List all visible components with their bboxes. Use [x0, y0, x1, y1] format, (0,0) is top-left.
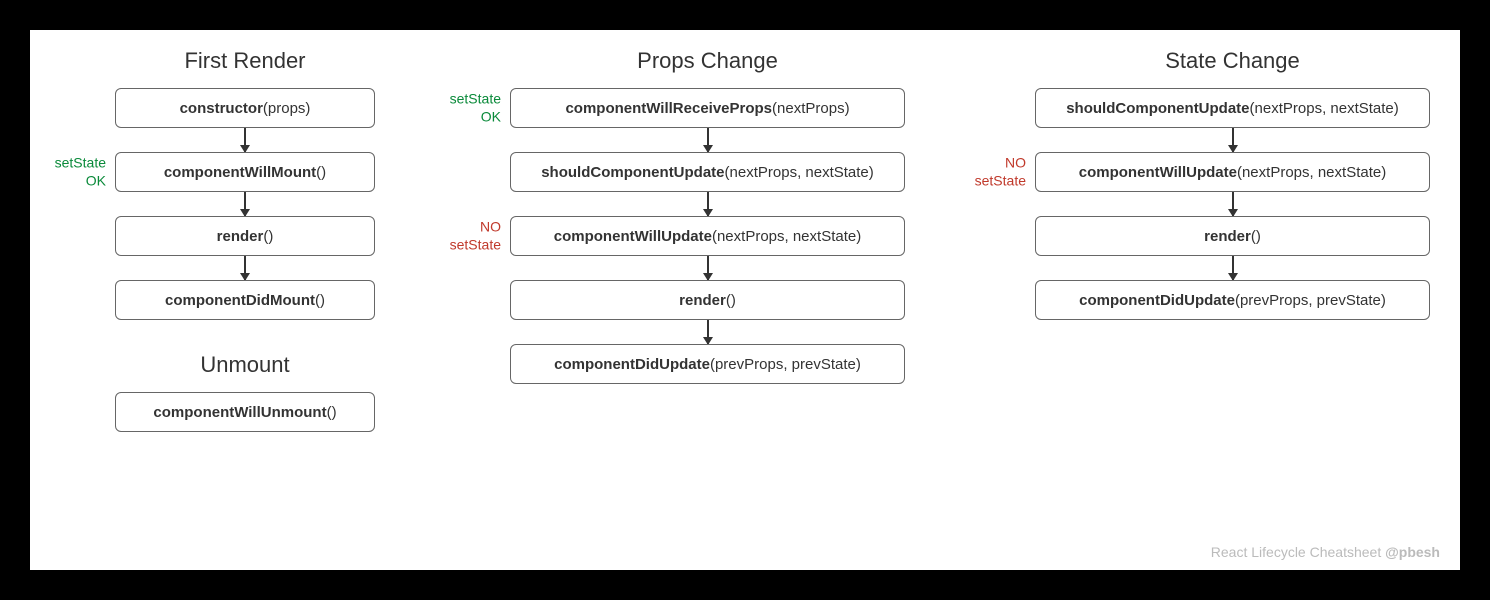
- node-bold: componentDidUpdate: [554, 356, 710, 373]
- node-componentdidmount: componentDidMount(): [115, 280, 375, 320]
- node-componentdidupdate: componentDidUpdate(prevProps, prevState): [510, 344, 905, 384]
- node-args: (): [327, 404, 337, 421]
- node-shouldcomponentupdate: shouldComponentUpdate(nextProps, nextSta…: [1035, 88, 1430, 128]
- annot-no-setstate: NO setState: [975, 155, 1026, 190]
- node-componentwillmount: setState OK componentWillMount(): [115, 152, 375, 192]
- node-args: (nextProps): [772, 100, 850, 117]
- annot-line: NO: [1005, 155, 1026, 171]
- node-render: render(): [510, 280, 905, 320]
- arrow-down-icon: [707, 320, 709, 344]
- annot-no-setstate: NO setState: [450, 219, 501, 254]
- arrow-down-icon: [707, 192, 709, 216]
- node-render: render(): [115, 216, 375, 256]
- node-args: (): [315, 292, 325, 309]
- arrow-down-icon: [1232, 256, 1234, 280]
- col-props-change: Props Change setState OK componentWillRe…: [510, 48, 905, 384]
- node-args: (nextProps, nextState): [1237, 164, 1386, 181]
- node-componentwillreceiveprops: setState OK componentWillReceiveProps(ne…: [510, 88, 905, 128]
- arrow-down-icon: [244, 256, 246, 280]
- col-title-props-change: Props Change: [637, 48, 778, 74]
- node-bold: render: [1204, 228, 1251, 245]
- arrow-down-icon: [707, 256, 709, 280]
- node-shouldcomponentupdate: shouldComponentUpdate(nextProps, nextSta…: [510, 152, 905, 192]
- node-bold: shouldComponentUpdate: [1066, 100, 1249, 117]
- node-componentwillupdate: NO setState componentWillUpdate(nextProp…: [510, 216, 905, 256]
- node-bold: componentDidUpdate: [1079, 292, 1235, 309]
- arrow-down-icon: [1232, 192, 1234, 216]
- footer-handle: @pbesh: [1385, 544, 1440, 560]
- annot-line: setState: [450, 236, 501, 252]
- annot-setstate-ok: setState OK: [450, 91, 501, 126]
- node-bold: render: [217, 228, 264, 245]
- arrow-down-icon: [244, 128, 246, 152]
- col-title-unmount: Unmount: [200, 352, 289, 378]
- arrow-down-icon: [1232, 128, 1234, 152]
- diagram-canvas: First Render constructor(props) setState…: [30, 30, 1460, 570]
- node-render: render(): [1035, 216, 1430, 256]
- node-args: (): [263, 228, 273, 245]
- node-bold: componentWillUnmount: [153, 404, 326, 421]
- footer-text: React Lifecycle Cheatsheet: [1211, 544, 1385, 560]
- node-bold: render: [679, 292, 726, 309]
- footer-credit: React Lifecycle Cheatsheet @pbesh: [1211, 544, 1440, 560]
- node-args: (): [316, 164, 326, 181]
- node-args: (nextProps, nextState): [1250, 100, 1399, 117]
- node-bold: componentDidMount: [165, 292, 315, 309]
- node-args: (): [1251, 228, 1261, 245]
- col-title-first-render: First Render: [184, 48, 305, 74]
- node-componentwillunmount: componentWillUnmount(): [115, 392, 375, 432]
- node-args: (nextProps, nextState): [725, 164, 874, 181]
- annot-line: setState: [450, 91, 501, 107]
- node-componentdidupdate: componentDidUpdate(prevProps, prevState): [1035, 280, 1430, 320]
- node-bold: constructor: [180, 100, 263, 117]
- annot-line: setState: [975, 172, 1026, 188]
- node-args: (prevProps, prevState): [710, 356, 861, 373]
- annot-line: NO: [480, 219, 501, 235]
- node-bold: shouldComponentUpdate: [541, 164, 724, 181]
- node-bold: componentWillUpdate: [1079, 164, 1237, 181]
- col-first-render: First Render constructor(props) setState…: [115, 48, 375, 432]
- annot-line: setState: [55, 155, 106, 171]
- spacer: [245, 320, 246, 352]
- node-args: (nextProps, nextState): [712, 228, 861, 245]
- node-args: (prevProps, prevState): [1235, 292, 1386, 309]
- col-state-change: State Change shouldComponentUpdate(nextP…: [1035, 48, 1430, 320]
- annot-line: OK: [86, 172, 106, 188]
- node-args: (): [726, 292, 736, 309]
- node-args: (props): [263, 100, 311, 117]
- arrow-down-icon: [244, 192, 246, 216]
- node-constructor: constructor(props): [115, 88, 375, 128]
- node-bold: componentWillReceiveProps: [565, 100, 772, 117]
- annot-setstate-ok: setState OK: [55, 155, 106, 190]
- annot-line: OK: [481, 108, 501, 124]
- node-bold: componentWillMount: [164, 164, 316, 181]
- col-title-state-change: State Change: [1165, 48, 1300, 74]
- node-bold: componentWillUpdate: [554, 228, 712, 245]
- node-componentwillupdate: NO setState componentWillUpdate(nextProp…: [1035, 152, 1430, 192]
- arrow-down-icon: [707, 128, 709, 152]
